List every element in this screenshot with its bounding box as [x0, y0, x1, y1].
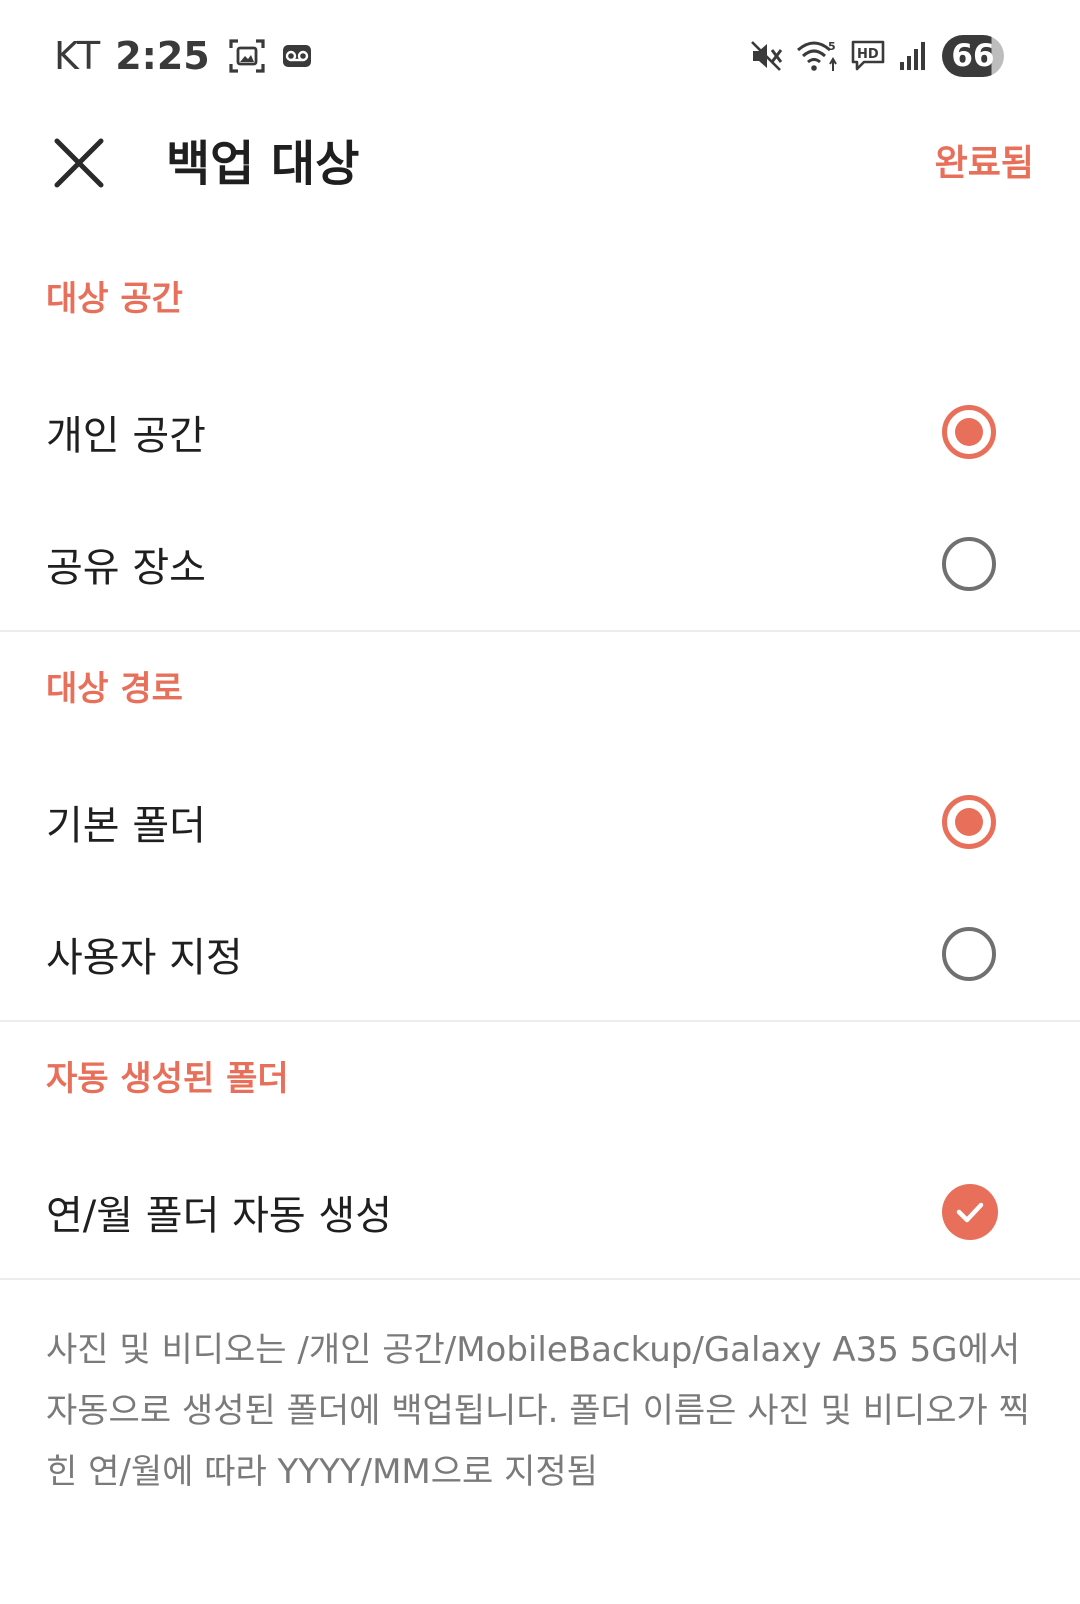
option-row-auto-year-month-folder[interactable]: 연/월 폴더 자동 생성 [0, 1147, 1080, 1277]
wifi-icon: 5 [796, 38, 838, 74]
checkbox-checked-icon[interactable] [942, 1184, 998, 1240]
svg-text:5: 5 [828, 40, 836, 53]
status-bar-left: KT 2:25 [54, 30, 312, 82]
radio-unselected-icon[interactable] [942, 537, 996, 591]
section-header-space: 대상 공간 [46, 279, 183, 319]
radio-selected-icon[interactable] [942, 405, 996, 459]
radio-unselected-icon[interactable] [942, 927, 996, 981]
done-button[interactable]: 완료됨 [935, 140, 1034, 188]
close-icon [51, 135, 107, 191]
radio-selected-icon[interactable] [942, 795, 996, 849]
section-divider [0, 630, 1080, 632]
section-divider [0, 1278, 1080, 1280]
option-row-personal-space[interactable]: 개인 공간 [0, 367, 1080, 497]
option-label: 사용자 지정 [46, 935, 243, 981]
backup-path-description: 사진 및 비디오는 /개인 공간/MobileBackup/Galaxy A35… [46, 1330, 1030, 1492]
section-divider [0, 1020, 1080, 1022]
section-header-path: 대상 경로 [46, 669, 183, 709]
status-time: 2:25 [115, 34, 210, 78]
status-bar-right: 5 HD 66 [750, 30, 1004, 82]
option-label: 공유 장소 [46, 545, 206, 591]
hd-voice-icon: HD [850, 39, 886, 73]
status-bar: KT 2:25 5 HD 66 [0, 0, 1080, 110]
section-header-auto-folder: 자동 생성된 폴더 [46, 1059, 289, 1099]
option-row-default-folder[interactable]: 기본 폴더 [0, 757, 1080, 887]
option-row-custom-folder[interactable]: 사용자 지정 [0, 889, 1080, 1019]
mute-icon [750, 39, 784, 73]
option-label: 연/월 폴더 자동 생성 [46, 1193, 393, 1239]
battery-indicator: 66 [942, 35, 1004, 77]
close-button[interactable] [44, 128, 114, 198]
screenshot-icon [228, 37, 266, 75]
option-label: 기본 폴더 [46, 803, 206, 849]
page-title: 백업 대상 [166, 136, 360, 192]
voicemail-icon [282, 43, 312, 69]
carrier-name: KT [54, 34, 102, 78]
signal-icon [898, 40, 928, 72]
option-row-shared-space[interactable]: 공유 장소 [0, 499, 1080, 629]
option-label: 개인 공간 [46, 413, 206, 459]
svg-text:HD: HD [857, 47, 879, 62]
